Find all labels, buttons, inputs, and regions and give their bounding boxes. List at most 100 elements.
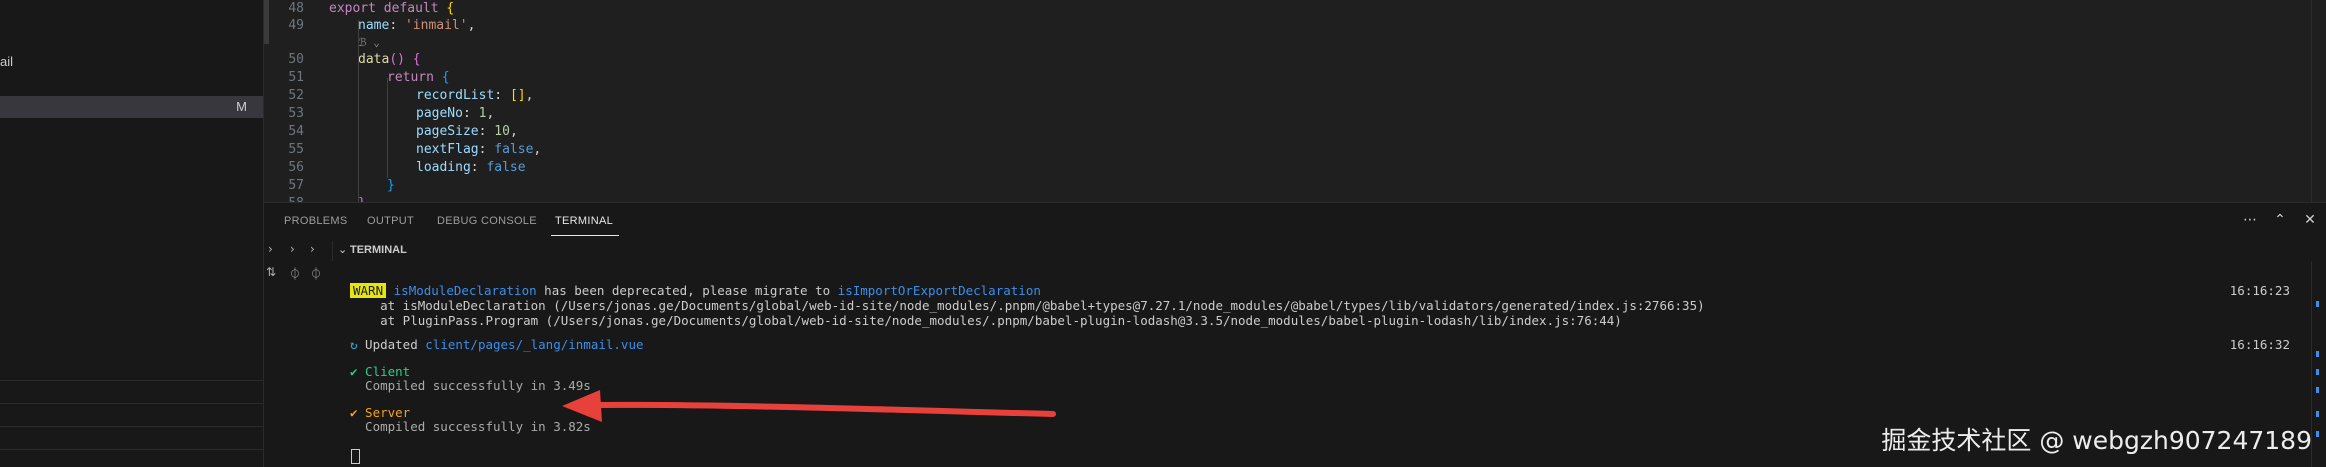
code-text: nextFlag: false, <box>416 141 541 159</box>
updated-line: ↻ Updated client/pages/_lang/inmail.vue <box>350 337 644 353</box>
code-token: { <box>412 52 421 67</box>
code-text: return { <box>387 69 450 87</box>
client-compiled: Compiled successfully in 3.49s <box>350 378 591 393</box>
chevron-right-icon[interactable]: › <box>310 242 315 256</box>
code-text: pageSize: 10, <box>416 123 518 141</box>
code-editor[interactable]: 48 export default {49 name: 'inmail', ℬ ⌄ 50… <box>264 0 2326 211</box>
line-number[interactable]: 50 <box>264 51 304 69</box>
code-line: 54 pageSize: 10, <box>264 123 2164 141</box>
code-token: : <box>389 18 405 33</box>
code-text: ℬ ⌄ <box>358 34 380 52</box>
code-token: : <box>478 124 495 139</box>
tab-output[interactable]: OUTPUT <box>367 215 414 227</box>
modified-badge: M <box>236 99 247 114</box>
code-token: } <box>387 178 395 193</box>
chevron-down-icon[interactable]: ⌄ <box>338 243 347 256</box>
code-text: name: 'inmail', <box>358 17 475 35</box>
chevron-right-icon[interactable]: › <box>290 242 295 256</box>
chevron-right-icon[interactable]: › <box>268 242 273 256</box>
split-terminal-icon[interactable]: ⇅ <box>266 265 276 279</box>
code-token: nextFlag <box>416 142 479 157</box>
editor-scrollbar[interactable] <box>2311 0 2326 202</box>
code-token: recordList <box>416 88 495 103</box>
sidebar-divider <box>0 403 263 404</box>
sidebar-divider <box>0 449 263 450</box>
line-number[interactable]: 51 <box>264 69 304 87</box>
code-line: 52 recordList: [], <box>264 87 2164 105</box>
code-token: : <box>478 142 495 157</box>
terminal-scrollbar[interactable] <box>2311 261 2326 467</box>
line-number[interactable]: 54 <box>264 123 304 141</box>
line-number[interactable]: 56 <box>264 159 304 177</box>
code-line: ℬ ⌄ <box>264 34 2164 52</box>
line-number[interactable]: 48 <box>264 0 304 18</box>
scroll-marker <box>2316 387 2319 393</box>
line-number[interactable]: 55 <box>264 141 304 159</box>
code-line: 48 export default { <box>264 0 2164 18</box>
warn-new-api: isImportOrExportDeclaration <box>837 283 1041 298</box>
code-line: 50 data() { <box>264 51 2164 69</box>
panel-actions: ⋯ ⌃ ✕ <box>2242 212 2318 228</box>
code-token: : <box>494 88 510 103</box>
code-token: , <box>509 124 518 139</box>
code-text: export default { <box>329 0 454 18</box>
code-token: [] <box>509 88 526 103</box>
code-text: data() { <box>358 51 421 69</box>
code-token: { <box>441 70 450 85</box>
code-token: , <box>525 88 534 103</box>
code-token: , <box>486 106 495 121</box>
terminal-tabs-sidebar: › › › ⇅ ⏀ ⏀ <box>264 241 333 467</box>
code-line: 49 name: 'inmail', <box>264 17 2164 35</box>
code-line: 56 loading: false <box>264 159 2164 177</box>
timestamp: 16:16:23 <box>2229 283 2290 298</box>
code-token: , <box>533 142 542 157</box>
scroll-marker <box>2316 301 2319 307</box>
stack-line: at isModuleDeclaration (/Users/jonas.ge/… <box>350 298 1705 313</box>
updated-path[interactable]: client/pages/_lang/inmail.vue <box>425 337 643 352</box>
warn-message: has been deprecated, please migrate to <box>536 283 838 298</box>
line-number[interactable]: 49 <box>264 17 304 35</box>
code-text: recordList: [], <box>416 87 533 105</box>
code-token: false <box>486 160 526 175</box>
line-number[interactable]: 53 <box>264 105 304 123</box>
code-token: data <box>358 52 390 67</box>
panel-tabs: PROBLEMS OUTPUT DEBUG CONSOLE TERMINAL ⋯… <box>264 203 2326 241</box>
code-token: 'inmail' <box>404 18 468 33</box>
more-actions-icon[interactable]: ⋯ <box>2242 212 2258 228</box>
updated-label: Updated <box>357 337 426 352</box>
active-tab-indicator <box>551 235 619 236</box>
code-token: name <box>358 18 390 33</box>
code-text: loading: false <box>416 159 526 177</box>
stack-line: at PluginPass.Program (/Users/jonas.ge/D… <box>350 313 1622 328</box>
tab-terminal[interactable]: TERMINAL <box>555 215 613 227</box>
code-token: pageSize <box>416 124 479 139</box>
debug-icon[interactable]: ⏀ <box>289 265 301 282</box>
line-number[interactable]: 57 <box>264 177 304 195</box>
refresh-icon: ↻ <box>350 337 358 352</box>
sidebar-item-inmail[interactable]: ail <box>0 54 13 69</box>
code-token: return <box>387 70 434 85</box>
tab-debug-console[interactable]: DEBUG CONSOLE <box>437 215 537 227</box>
explorer-sidebar: ail M <box>0 0 264 467</box>
terminal-section-header[interactable]: ⌄ TERMINAL <box>332 241 2326 261</box>
code-token: false <box>494 142 534 157</box>
scroll-marker <box>2316 351 2319 357</box>
sidebar-selected-row[interactable]: M <box>0 96 263 118</box>
debug-icon[interactable]: ⏀ <box>310 265 322 282</box>
line-number[interactable]: 52 <box>264 87 304 105</box>
maximize-panel-icon[interactable]: ⌃ <box>2272 212 2288 228</box>
warn-badge: WARN <box>350 283 387 298</box>
code-line: 51 return { <box>264 69 2164 87</box>
code-token: pageNo <box>416 106 463 121</box>
code-token: , <box>467 18 476 33</box>
close-panel-icon[interactable]: ✕ <box>2302 212 2318 228</box>
terminal-section-title: TERMINAL <box>350 244 407 256</box>
watermark: 掘金技术社区 @ webgzh907247189 <box>1881 426 2312 455</box>
terminal-cursor <box>351 449 360 464</box>
tab-problems[interactable]: PROBLEMS <box>284 215 348 227</box>
code-line: 57} <box>264 177 2164 195</box>
code-token: : <box>462 106 479 121</box>
